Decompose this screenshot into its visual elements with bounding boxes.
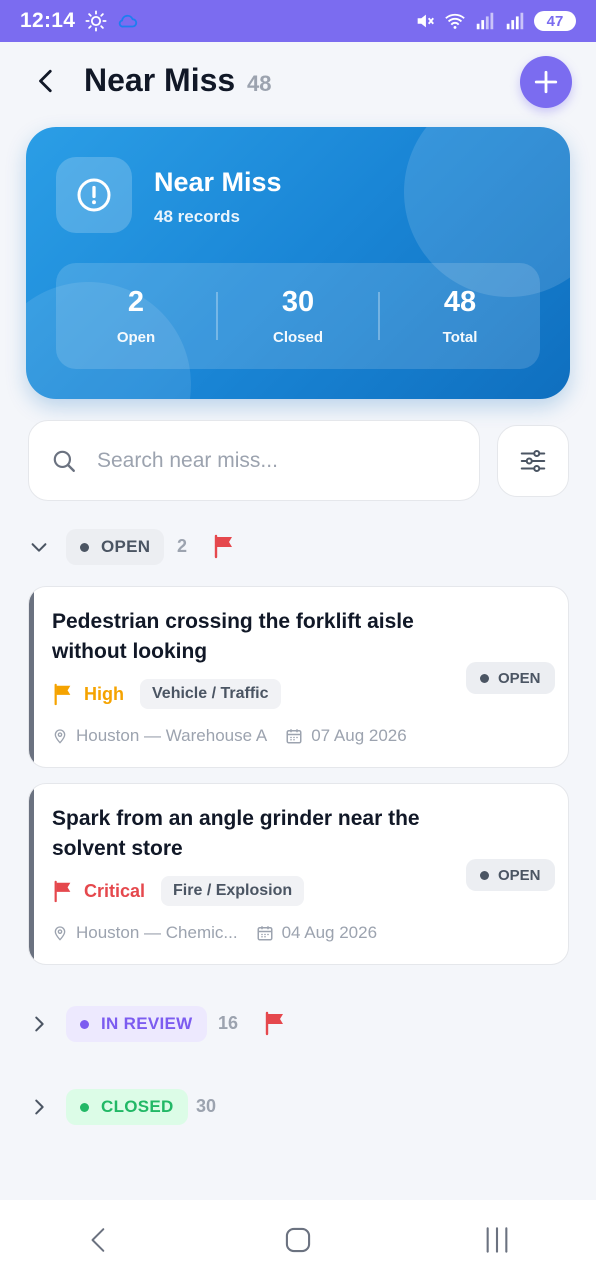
status-time: 12:14 <box>20 9 76 32</box>
group-label: OPEN <box>101 537 151 556</box>
group-header-in-review[interactable]: IN REVIEW 16 <box>0 1006 596 1046</box>
nav-back-icon <box>91 1228 105 1252</box>
signal-icon <box>506 12 524 30</box>
group-header-open[interactable]: OPEN 2 <box>0 529 596 569</box>
group-count: 2 <box>177 536 188 556</box>
filter-sliders-icon <box>520 450 546 472</box>
category-tag: Fire / Explosion <box>161 876 305 906</box>
nav-home-icon <box>285 1227 311 1253</box>
search-icon <box>53 450 75 472</box>
severity-label: High <box>84 683 124 704</box>
search-input[interactable]: Search near miss... <box>28 420 480 501</box>
card-meta: Houston — Warehouse A 07 Aug 2026 <box>52 726 407 746</box>
battery-indicator: 47 <box>534 11 576 31</box>
severity-tag: High <box>52 682 124 706</box>
flag-icon <box>54 880 71 903</box>
category-tag: Vehicle / Traffic <box>140 679 281 709</box>
group-header-closed[interactable]: CLOSED 30 <box>0 1089 596 1129</box>
chevron-down-icon <box>31 543 47 552</box>
stat-value: 48 <box>443 286 477 318</box>
location-text: Houston — Warehouse A <box>76 726 268 745</box>
status-dot <box>80 542 89 552</box>
near-miss-card[interactable]: Pedestrian crossing the forklift aisle w… <box>28 586 569 768</box>
status-dot <box>80 1102 89 1112</box>
location-pin-icon <box>52 924 68 942</box>
status-accent-bar <box>29 784 34 964</box>
page-count: 48 <box>247 71 272 96</box>
flag-icon <box>265 1011 283 1036</box>
status-badge: IN REVIEW <box>66 1006 207 1042</box>
page-header: Near Miss 48 <box>0 52 596 114</box>
stat-label: Closed <box>272 329 323 346</box>
nav-recents-icon <box>486 1227 508 1253</box>
summary-card: Near Miss 48 records 2 Open 30 Closed 48… <box>26 127 570 399</box>
status-accent-bar <box>29 587 34 767</box>
status-badge: CLOSED <box>66 1089 188 1125</box>
location-text: Houston — Chemic... <box>76 923 238 942</box>
status-dot <box>480 870 489 880</box>
date-text: 07 Aug 2026 <box>311 726 407 745</box>
status-label: OPEN <box>498 669 541 687</box>
group-label: CLOSED <box>101 1097 174 1116</box>
stat-closed: 30 Closed <box>218 286 378 346</box>
nav-back-button[interactable] <box>69 1210 129 1270</box>
severity-tag: Critical <box>52 879 145 903</box>
alert-circle-icon <box>77 178 111 212</box>
summary-title: Near Miss <box>154 167 282 197</box>
sun-icon <box>85 10 107 32</box>
cloud-icon <box>118 14 138 28</box>
card-title: Pedestrian crossing the forklift aisle w… <box>52 610 414 663</box>
status-badge: OPEN <box>466 859 555 891</box>
status-badge: OPEN <box>466 662 555 694</box>
summary-subtitle: 48 records <box>154 207 240 226</box>
card-meta: Houston — Chemic... 04 Aug 2026 <box>52 923 377 943</box>
stat-label: Total <box>442 329 478 346</box>
chevron-right-icon <box>35 1016 44 1032</box>
nav-recents-button[interactable] <box>467 1210 527 1270</box>
group-label: IN REVIEW <box>101 1014 193 1033</box>
stat-label: Open <box>116 329 156 346</box>
status-dot <box>80 1019 89 1029</box>
hero-icon-tile <box>56 157 132 233</box>
mute-icon <box>417 14 434 28</box>
card-title: Spark from an angle grinder near the sol… <box>52 807 420 860</box>
stat-value: 30 <box>281 286 315 318</box>
filter-button[interactable] <box>497 425 569 497</box>
near-miss-card[interactable]: Spark from an angle grinder near the sol… <box>28 783 569 965</box>
card-tags: Critical Fire / Explosion <box>52 876 305 906</box>
stat-open: 2 Open <box>56 286 216 346</box>
signal-icon <box>476 12 494 30</box>
stat-value: 2 <box>127 286 145 318</box>
back-arrow-icon <box>39 69 52 93</box>
add-near-miss-button[interactable] <box>520 56 572 108</box>
status-badge: OPEN <box>66 529 165 565</box>
back-button[interactable] <box>30 64 64 98</box>
nav-home-button[interactable] <box>268 1210 328 1270</box>
search-placeholder: Search near miss... <box>97 448 278 472</box>
chevron-right-icon <box>35 1099 44 1115</box>
group-count: 30 <box>196 1096 217 1116</box>
card-tags: High Vehicle / Traffic <box>52 679 281 709</box>
date-text: 04 Aug 2026 <box>281 923 378 942</box>
severity-label: Critical <box>84 880 146 901</box>
status-bar: 12:14 47 <box>0 0 596 42</box>
summary-stats: 2 Open 30 Closed 48 Total <box>56 263 540 369</box>
group-count: 16 <box>218 1013 239 1033</box>
status-label: OPEN <box>498 866 541 884</box>
location-pin-icon <box>52 727 68 745</box>
system-nav-bar <box>0 1200 596 1280</box>
calendar-icon <box>256 924 274 942</box>
wifi-icon <box>445 13 465 29</box>
flag-icon <box>214 534 232 559</box>
page-title: Near Miss <box>84 62 236 98</box>
calendar-icon <box>285 727 303 745</box>
flag-icon <box>54 683 71 706</box>
plus-icon <box>534 70 558 94</box>
status-dot <box>480 673 489 683</box>
stat-total: 48 Total <box>380 286 540 346</box>
